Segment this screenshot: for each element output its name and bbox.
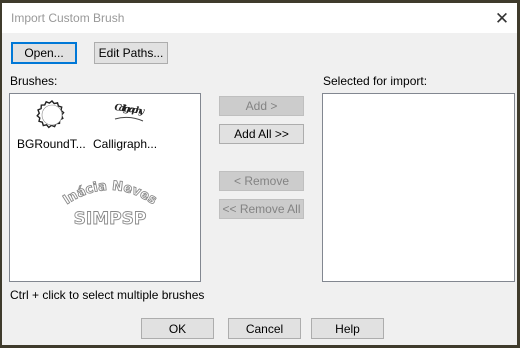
list-item[interactable]: Calligraphy Calligraph... (91, 95, 171, 155)
brush-name: Calligraph... (93, 137, 158, 151)
close-icon[interactable]: ✕ (493, 9, 511, 27)
selected-for-import-label: Selected for import: (323, 74, 428, 88)
svg-text:Calligraphy: Calligraphy (114, 103, 146, 117)
window-title: Import Custom Brush (11, 11, 125, 25)
remove-button[interactable]: < Remove (219, 171, 304, 191)
round-brush-icon (36, 100, 65, 129)
svg-text:Inácia Neves: Inácia Neves (61, 179, 160, 208)
help-button[interactable]: Help (311, 318, 384, 339)
add-button[interactable]: Add > (219, 96, 304, 116)
calligraphy-brush-icon: Calligraphy (114, 103, 146, 122)
watermark-logo: Inácia Neves SIMPSP (60, 178, 160, 229)
ok-button[interactable]: OK (141, 318, 214, 339)
import-custom-brush-dialog: Import Custom Brush ✕ Open... Edit Paths… (2, 3, 517, 345)
brushes-label: Brushes: (10, 74, 58, 88)
cancel-button[interactable]: Cancel (228, 318, 301, 339)
edit-paths-button[interactable]: Edit Paths... (94, 42, 168, 64)
remove-all-button[interactable]: << Remove All (219, 199, 304, 219)
selected-for-import-list[interactable] (322, 93, 515, 282)
add-all-button[interactable]: Add All >> (219, 124, 304, 144)
title-bar: Import Custom Brush ✕ (2, 3, 517, 33)
brushes-list[interactable]: BGRoundT... Calligraphy Calligraph... In… (9, 93, 201, 282)
open-button[interactable]: Open... (11, 42, 77, 64)
multi-select-hint: Ctrl + click to select multiple brushes (10, 288, 205, 302)
list-item[interactable]: BGRoundT... (11, 95, 91, 155)
svg-text:SIMPSP: SIMPSP (74, 209, 147, 229)
brush-name: BGRoundT... (17, 137, 86, 151)
